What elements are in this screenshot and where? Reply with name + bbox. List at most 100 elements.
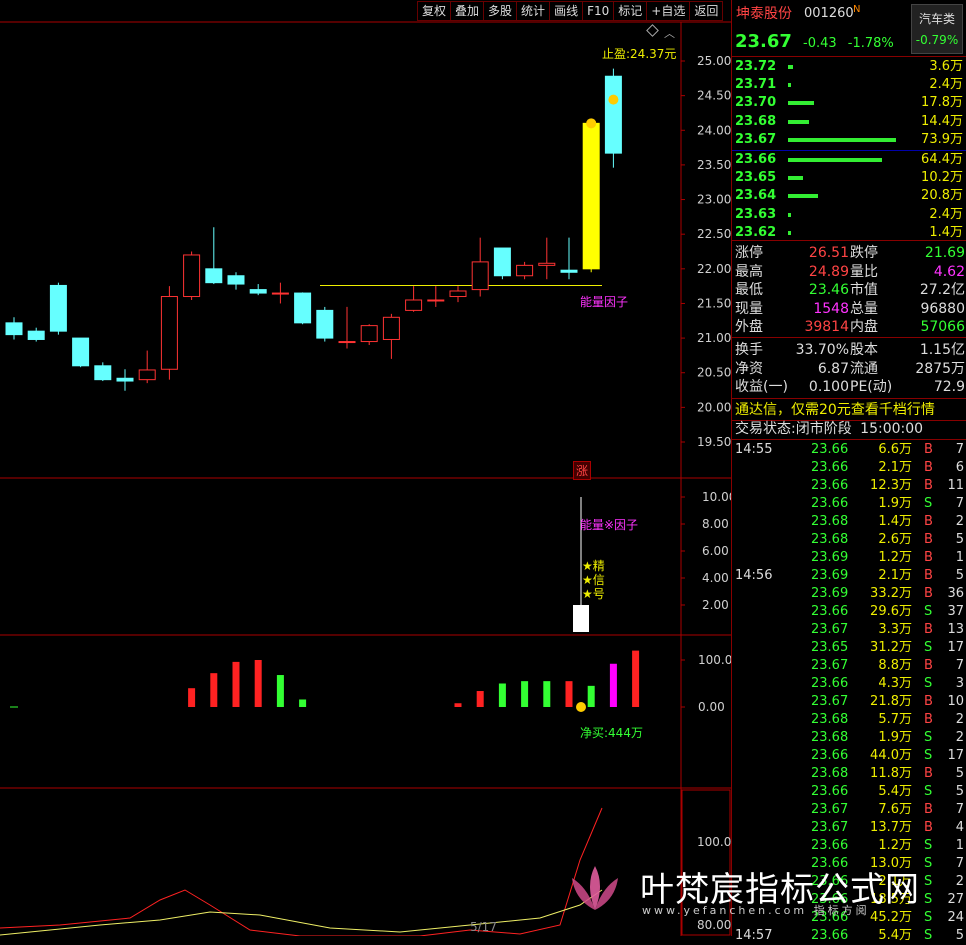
- net-flow-bar: [454, 703, 462, 707]
- tick-count: 6: [955, 460, 964, 475]
- tick-volume: 2.6万: [878, 532, 912, 547]
- book-bar: [788, 137, 896, 142]
- stats-row: 外盘 39814 内盘 57066: [732, 318, 966, 336]
- order-book-row[interactable]: 23.65 10.2万: [732, 169, 966, 187]
- chart-area[interactable]: 25.00 24.50 24.00 23.50 23.00 22.50 22.00 21.50…: [0, 0, 731, 936]
- chevron-up-icon[interactable]: ︿: [664, 25, 675, 41]
- tick-count: 7: [955, 496, 964, 511]
- order-book-row[interactable]: 23.67 73.9万: [732, 131, 966, 149]
- sector-box[interactable]: 汽车类 -0.79%: [911, 4, 963, 54]
- tick-direction: B: [924, 478, 933, 493]
- tick-row: 23.68 5.7万 B 2: [732, 711, 966, 729]
- tick-volume: 1.9万: [878, 730, 912, 745]
- tick-count: 5: [955, 766, 964, 781]
- tick-count: 37: [947, 604, 964, 619]
- stat-value: 24.89: [808, 263, 849, 280]
- stats-row: 最高 24.89 量比 4.62: [732, 263, 966, 281]
- order-book-row[interactable]: 23.64 20.8万: [732, 187, 966, 205]
- order-book-row[interactable]: 23.68 14.4万: [732, 113, 966, 131]
- toolbar-draw-button[interactable]: 画线: [550, 1, 584, 21]
- tick-row: 23.68 1.4万 B 2: [732, 513, 966, 531]
- toolbar-f10-button[interactable]: F10: [583, 1, 615, 21]
- tick-row: 23.67 8.8万 B 7: [732, 657, 966, 675]
- candle-body: [449, 290, 467, 298]
- toolbar-fuquan-button[interactable]: 复权: [418, 1, 452, 21]
- toolbar-add-favorite-button[interactable]: +自选: [647, 1, 691, 21]
- order-book-row[interactable]: 23.71 2.4万: [732, 76, 966, 94]
- tick-direction: B: [924, 550, 933, 565]
- candle-body: [516, 264, 534, 277]
- net-flow-bar: [632, 650, 640, 707]
- net-flow-bar: [476, 691, 484, 707]
- net-flow-bar: [498, 683, 506, 707]
- order-book-row[interactable]: 23.66 64.4万: [732, 151, 966, 169]
- order-book-row[interactable]: 23.63 2.4万: [732, 206, 966, 224]
- y-tick-label: 100.0: [697, 835, 731, 849]
- y-tick-label: 20.00: [697, 400, 731, 414]
- candle-body: [604, 75, 622, 154]
- tick-row: 23.69 1.2万 B 1: [732, 549, 966, 567]
- tick-volume: 33.2万: [870, 586, 912, 601]
- stats-row: 最低 23.46 市值 27.2亿: [732, 281, 966, 299]
- page-indicator: 5/17: [470, 920, 497, 934]
- tick-count: 5: [955, 568, 964, 583]
- tick-price: 23.68: [811, 730, 849, 745]
- stat-key: 涨停: [735, 245, 763, 261]
- indicator-yellow-line: [0, 889, 603, 936]
- book-volume: 2.4万: [929, 206, 963, 222]
- tick-row: 23.66 1.2万 S 1: [732, 837, 966, 855]
- stat-key: 最高: [735, 263, 763, 280]
- toolbar-back-button[interactable]: 返回: [690, 1, 724, 21]
- toolbar-overlay-button[interactable]: 叠加: [451, 1, 485, 21]
- y-tick-label: 10.00: [702, 490, 731, 504]
- tick-direction: B: [924, 586, 933, 601]
- lotus-logo: [572, 866, 618, 910]
- quote-panel: 坤泰股份 001260 N 汽车类 -0.79% 23.67 -0.43 -1.…: [731, 0, 966, 943]
- order-book-row[interactable]: 23.72 3.6万: [732, 58, 966, 76]
- tick-row: 23.67 3.3万 B 13: [732, 621, 966, 639]
- energy-factor-label: 能量因子: [580, 295, 629, 309]
- tick-row: 23.66 1.9万 S 7: [732, 495, 966, 513]
- tick-time: 14:55: [735, 442, 773, 457]
- toolbar-multi-stock-button[interactable]: 多股: [484, 1, 518, 21]
- notice-link[interactable]: 通达信，仅需20元查看千档行情: [735, 401, 966, 419]
- tick-count: 5: [955, 532, 964, 547]
- order-book-row[interactable]: 23.70 17.8万: [732, 94, 966, 112]
- tick-volume: 1.4万: [878, 514, 912, 529]
- net-flow-bar: [299, 699, 307, 707]
- tick-count: 3: [955, 676, 964, 691]
- stat-key: 总量: [850, 300, 878, 317]
- stat-value: 0.100: [808, 379, 849, 395]
- y-tick-label: 25.00: [697, 54, 731, 68]
- stat-value: 1.15亿: [919, 342, 965, 358]
- candle-body: [316, 309, 334, 339]
- toolbar-mark-button[interactable]: 标记: [614, 1, 648, 21]
- tick-count: 5: [955, 784, 964, 799]
- book-price: 23.65: [735, 170, 777, 186]
- toolbar-stats-button[interactable]: 统计: [517, 1, 551, 21]
- tick-volume: 1.2万: [878, 550, 912, 565]
- y-tick-label: 0.00: [698, 700, 725, 714]
- tick-row: 23.68 1.9万 S 2: [732, 729, 966, 747]
- net-flow-bar: [232, 661, 240, 707]
- stat-value: 26.51: [808, 245, 849, 261]
- candle-body: [382, 316, 400, 340]
- y-tick-label: 21.50: [697, 296, 731, 310]
- tick-row: 23.66 44.0万 S 17: [732, 747, 966, 765]
- tick-time: 14:57: [735, 928, 773, 943]
- candle-body: [405, 299, 423, 311]
- tick-direction: B: [924, 820, 933, 835]
- y-tick-label: 20.50: [697, 366, 731, 380]
- net-flow-bar: [521, 681, 529, 707]
- stat-key: 市值: [850, 282, 878, 298]
- book-bar: [788, 101, 814, 106]
- energy-factor2-label: 能量※因子: [580, 518, 639, 532]
- stat-key: 换手: [735, 342, 763, 358]
- sector-change: -0.79%: [915, 33, 959, 47]
- y-tick-label: 6.00: [702, 544, 729, 558]
- book-price: 23.68: [735, 113, 777, 129]
- stat-value: 72.9: [933, 379, 965, 395]
- toolbar: 复权 叠加 多股 统计 画线 F10 标记 +自选 返回: [417, 1, 724, 21]
- tick-volume: 5.7万: [878, 712, 912, 727]
- tick-count: 7: [955, 658, 964, 673]
